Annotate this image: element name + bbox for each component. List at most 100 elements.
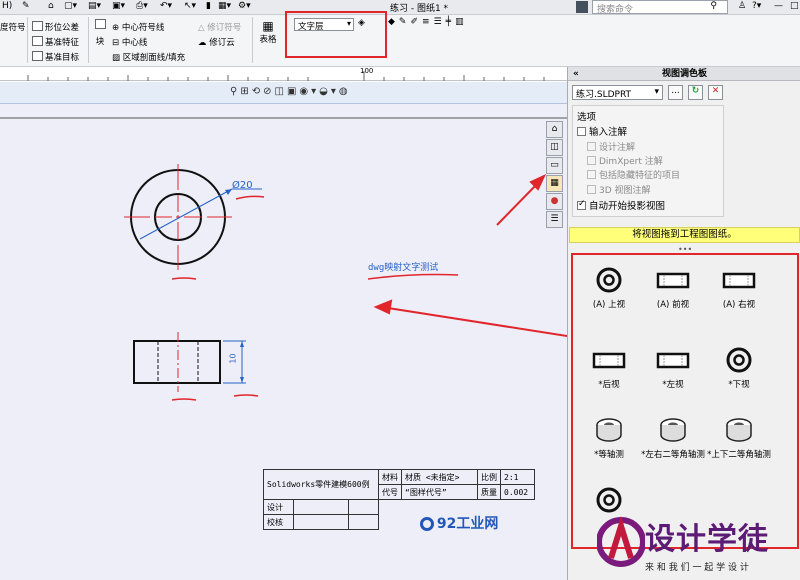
height-dimension[interactable]: 10 [229,353,238,363]
table-button[interactable]: ▦ 表格 [257,19,279,63]
iso-thumbnail-icon [660,418,686,442]
view-palette-item[interactable]: (A) 前视 [641,265,705,310]
previous-view-icon[interactable]: ⟲ [252,86,263,97]
line-format-toolbar[interactable]: ◆✎✐≡☰╪▥ [388,17,518,31]
view-palette-label: *上下二等角轴测 [707,450,771,460]
drawing-sheet[interactable]: Ø20 10 dwg映射文字测试 ⌂ ◫ ▭ ▦ ● ☰ Solidworks零… [0,104,567,580]
paint-icon[interactable]: ◆ [388,17,399,27]
save-icon[interactable]: ▣▾ [112,1,125,11]
appearance-icon[interactable]: ◒▾ [319,86,339,97]
appearance-ball-icon: ● [550,196,559,206]
view-palette-item[interactable]: (A) 上视 [577,265,641,310]
color-icon[interactable]: ✐ [410,17,422,27]
brand-logo-icon [597,515,645,567]
display-style-icon[interactable]: ▣ [287,86,299,97]
views-grid: (A) 上视 (A) 前视 (A) 右视 *后视 *左视 *下视 *等轴测 *左右二等角轴测 *… [571,253,799,549]
refresh-icon[interactable]: ↻ [688,85,703,100]
view-palette-item[interactable]: *等轴测 [577,415,641,460]
hidden-features-checkbox[interactable]: 包括隐藏特征的项目 [587,168,680,181]
rebuild-icon[interactable]: ▦▾ [218,1,231,11]
datum-target-button[interactable]: 基准目标 [32,51,79,63]
search-input[interactable]: 搜索命令 [597,2,633,15]
center-mark-button[interactable]: ⊕ 中心符号线 [112,21,164,33]
user-icon[interactable]: ♙ [738,1,746,11]
auto-projection-checkbox[interactable]: 自动开始投影视图 [577,198,665,212]
view-palette-label: (A) 前视 [656,300,690,310]
minimize-icon[interactable]: — [774,1,783,11]
collapse-panel-button[interactable]: « [573,67,579,81]
block-button[interactable]: 块 [93,19,107,59]
brand-watermark: 设计学徒 来 和 我 们 一 起 学 设 计 [595,510,800,580]
print-icon[interactable]: ⎙▾ [136,1,148,11]
datum-feature-button[interactable]: 基准特征 [32,36,79,48]
centerline-button[interactable]: ⊟ 中心线 [112,36,147,48]
home-icon[interactable]: ⌂ [48,1,54,11]
search-icon[interactable]: ⚲ [710,1,717,11]
section-view-icon[interactable]: ⊘ [263,86,274,97]
front-view-drawing[interactable] [133,332,259,401]
appearances-tab[interactable]: ● [546,193,563,210]
folder-icon: ▭ [550,160,559,170]
revision-symbol-button[interactable]: △ 修订符号 [198,21,241,33]
custom-properties-tab[interactable]: ☰ [546,211,563,228]
resources-tab[interactable]: ⌂ [546,121,563,138]
drag-hint-banner: 将视图拖到工程图图纸。 [569,227,800,243]
file-select[interactable]: 练习.SLDPRT ▾ [572,85,663,100]
ruler: 100 [0,67,567,81]
scene-icon[interactable]: ◍ [339,86,351,97]
layer-select[interactable]: 文字层 ▾ [294,18,354,32]
hide-edge-icon[interactable]: ╪ [446,17,455,27]
area-hatch-button[interactable]: ▨ 区域剖面线/填充 [112,51,185,63]
line-thickness-icon[interactable]: ≡ [422,17,434,27]
design-annotations-checkbox[interactable]: 设计注解 [587,140,635,153]
hide-show-icon[interactable]: ◉▾ [299,86,319,97]
options-gear-icon[interactable]: ⚙▾ [238,1,251,11]
restore-icon[interactable]: □ [790,1,799,11]
block-icon [94,19,106,29]
degree-symbol-button[interactable]: 度符号 [0,21,26,33]
panel-title: « 视图调色板 [568,67,800,81]
clear-icon[interactable]: ✕ [708,85,723,100]
menu-fragment[interactable]: H) [2,1,12,11]
geometric-tolerance-button[interactable]: 形位公差 [32,21,79,33]
options-group: 选项 输入注解 设计注解 DimXpert 注解 包括隐藏特征的项目 3D 视图… [572,105,724,217]
help-icon[interactable]: ?▾ [752,1,761,11]
view-palette-item[interactable]: *左右二等角轴测 [641,415,705,460]
new-file-icon[interactable]: ▢▾ [64,1,77,11]
gear-logo-icon [420,517,434,531]
traffic-icon[interactable]: ▮ [206,1,211,11]
search-command-box[interactable]: 搜索命令 ⚲ [592,0,728,15]
hatch-icon: ▨ [112,53,123,63]
undo-icon[interactable]: ↶▾ [160,1,172,11]
import-annotations-checkbox[interactable]: 输入注解 [577,124,627,138]
view-palette-item[interactable]: *后视 [577,345,641,390]
design-library-tab[interactable]: ◫ [546,139,563,156]
properties-icon: ☰ [550,214,559,224]
pencil-icon[interactable]: ✎ [399,17,411,27]
view-palette-item[interactable]: *下视 [707,345,771,390]
view-palette-label: *下视 [728,380,750,390]
dwg-mapped-text[interactable]: dwg映射文字测试 [368,260,438,273]
color-display-icon[interactable]: ▥ [455,17,468,27]
open-file-icon[interactable]: ▤▾ [88,1,101,11]
revision-symbol-icon: △ [198,23,208,33]
line-style-icon[interactable]: ☰ [434,17,446,27]
select-icon[interactable]: ↖▾ [184,1,196,11]
view-orientation-icon[interactable]: ◫ [275,86,287,97]
browse-button[interactable]: ... [668,85,683,100]
zoom-to-fit-icon[interactable]: ⚲ [230,86,240,97]
3d-annotations-checkbox[interactable]: 3D 视图注解 [587,183,651,196]
revision-cloud-button[interactable]: ☁ 修订云 [198,36,235,48]
view-palette-item[interactable]: *上下二等角轴测 [707,415,771,460]
dimxpert-annotations-checkbox[interactable]: DimXpert 注解 [587,154,663,167]
view-palette-panel: « 视图调色板 练习.SLDPRT ▾ ... ↻ ✕ 选项 输入注解 设计注解… [567,67,800,580]
file-explorer-tab[interactable]: ▭ [546,157,563,174]
diameter-dimension[interactable]: Ø20 [232,180,253,191]
pin-icon[interactable]: ✎ [22,1,30,11]
layer-properties-icon[interactable]: ◈ [358,18,365,28]
view-palette-tab[interactable]: ▦ [546,175,563,192]
view-palette-item[interactable]: *左视 [641,345,705,390]
view-palette-item[interactable]: (A) 右视 [707,265,771,310]
zoom-area-icon[interactable]: ⊞ [240,86,251,97]
rect-thumbnail-icon [656,272,690,289]
